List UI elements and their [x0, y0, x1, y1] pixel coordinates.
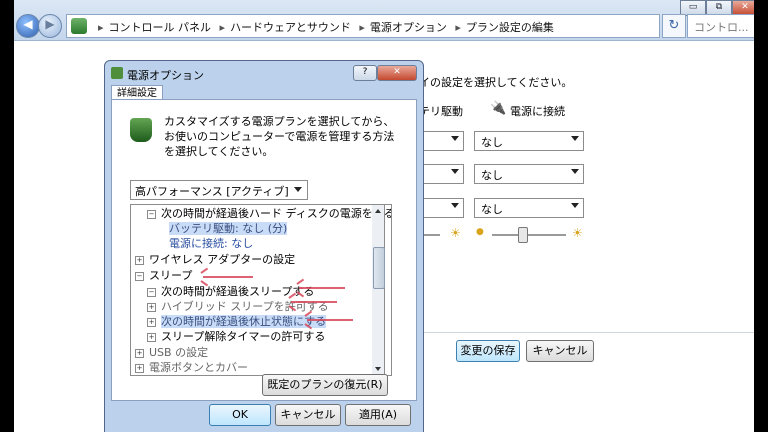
- breadcrumb: ▸ コントロール パネル ▸ ハードウェアとサウンド ▸ 電源オプション ▸ プラン設定…: [98, 21, 554, 34]
- address-toolbar: ▭ ⧉ ✕ ◀ ▶ ▸ コントロール パネル ▸ ハードウェアとサウンド ▸ 電源オプ…: [14, 0, 754, 41]
- page-cancel-button[interactable]: キャンセル: [526, 340, 594, 362]
- control-panel-window: ▭ ⧉ ✕ ◀ ▶ ▸ コントロール パネル ▸ ハードウェアとサウンド ▸ 電源オプ…: [14, 0, 754, 432]
- dialog-cancel-button[interactable]: キャンセル: [275, 404, 341, 426]
- tree-item[interactable]: − スリープ: [135, 269, 192, 283]
- back-button[interactable]: ◀: [16, 14, 40, 38]
- expand-icon[interactable]: +: [135, 363, 144, 373]
- restore-defaults-button[interactable]: 既定のプランの復元(R): [262, 374, 388, 396]
- tree-item[interactable]: + ワイヤレス アダプターの設定: [135, 253, 295, 267]
- brightness-slider-thumb[interactable]: [518, 227, 528, 243]
- collapse-icon[interactable]: −: [147, 287, 156, 297]
- refresh-icon: ↻: [668, 18, 680, 33]
- expand-icon[interactable]: +: [147, 332, 156, 342]
- footer-divider: [408, 332, 754, 333]
- plugged-brightness-slider[interactable]: [492, 234, 566, 236]
- plug-icon: 🔌: [490, 101, 507, 116]
- collapse-icon[interactable]: −: [147, 209, 156, 219]
- expand-icon[interactable]: +: [135, 255, 144, 265]
- scrollbar-thumb[interactable]: [373, 247, 385, 289]
- ok-button[interactable]: OK: [209, 404, 271, 426]
- page-heading: レイの設定を選択してください。: [408, 76, 573, 89]
- tree-item[interactable]: + 電源ボタンとカバー: [135, 361, 248, 375]
- plugged-select-2[interactable]: なし: [474, 164, 584, 184]
- expand-icon[interactable]: +: [147, 317, 156, 327]
- forward-arrow-icon: ▶: [45, 17, 55, 31]
- advanced-settings-panel: カスタマイズする電源プランを選択してから、お使いのコンピューターで電源を管理する…: [111, 99, 417, 401]
- sun-icon: ☀: [572, 226, 583, 240]
- power-plan-icon: [130, 118, 152, 142]
- tree-item[interactable]: + スリープ解除タイマーの許可する: [147, 330, 325, 344]
- help-button[interactable]: ?: [353, 65, 377, 81]
- refresh-button[interactable]: ↻: [662, 14, 686, 38]
- annotation-arrow: [299, 287, 345, 289]
- plugged-select-1[interactable]: なし: [474, 131, 584, 151]
- annotation-arrow: [291, 301, 337, 303]
- search-input[interactable]: コントロ...: [687, 14, 754, 38]
- back-arrow-icon: ◀: [23, 17, 33, 31]
- sun-icon: ☀: [450, 226, 461, 240]
- plugged-column-header: 電源に接続: [510, 105, 565, 118]
- power-options-dialog: 電源オプション ? ✕ 詳細設定 カスタマイズする電源プランを選択してから、お使…: [104, 60, 424, 432]
- tree-item[interactable]: − 次の時間が経過後ハード ディスクの電源を切る: [147, 207, 391, 221]
- tree-item[interactable]: バッテリ駆動: なし (分): [169, 222, 288, 236]
- tree-item[interactable]: + 次の時間が経過後休止状態にする: [147, 315, 327, 329]
- plugged-select-3[interactable]: なし: [474, 198, 584, 218]
- address-bar[interactable]: ▸ コントロール パネル ▸ ハードウェアとサウンド ▸ 電源オプション ▸ プラン設定…: [66, 14, 660, 38]
- breadcrumb-power-options[interactable]: 電源オプション: [370, 21, 447, 34]
- forward-button[interactable]: ▶: [38, 14, 62, 38]
- breadcrumb-control-panel[interactable]: コントロール パネル: [109, 21, 212, 34]
- tree-item[interactable]: 電源に接続: なし: [169, 237, 253, 251]
- scroll-down-icon[interactable]: [375, 367, 381, 371]
- dialog-description: カスタマイズする電源プランを選択してから、お使いのコンピューターで電源を管理する…: [164, 115, 395, 158]
- settings-tree[interactable]: − 次の時間が経過後ハード ディスクの電源を切る バッテリ駆動: なし (分) 電…: [130, 204, 392, 376]
- control-panel-icon: [71, 18, 87, 34]
- power-options-icon: [111, 67, 123, 79]
- dialog-close-button[interactable]: ✕: [377, 65, 417, 81]
- apply-button[interactable]: 適用(A): [345, 404, 411, 426]
- plan-select[interactable]: 高パフォーマンス [アクティブ]: [130, 180, 308, 200]
- expand-icon[interactable]: +: [135, 348, 144, 358]
- annotation-arrow: [307, 319, 353, 321]
- breadcrumb-hardware-sound[interactable]: ハードウェアとサウンド: [230, 21, 351, 34]
- annotation-arrow: [203, 276, 253, 278]
- scroll-up-icon[interactable]: [375, 209, 381, 213]
- dim-sun-icon: ●: [476, 227, 484, 237]
- breadcrumb-edit-plan[interactable]: プラン設定の編集: [466, 21, 554, 34]
- dialog-title: 電源オプション: [127, 69, 204, 82]
- expand-icon[interactable]: +: [147, 302, 156, 312]
- collapse-icon[interactable]: −: [135, 271, 144, 281]
- save-changes-button[interactable]: 変更の保存: [456, 340, 520, 362]
- tree-scrollbar[interactable]: [372, 204, 385, 376]
- tree-item[interactable]: + USB の設定: [135, 346, 208, 360]
